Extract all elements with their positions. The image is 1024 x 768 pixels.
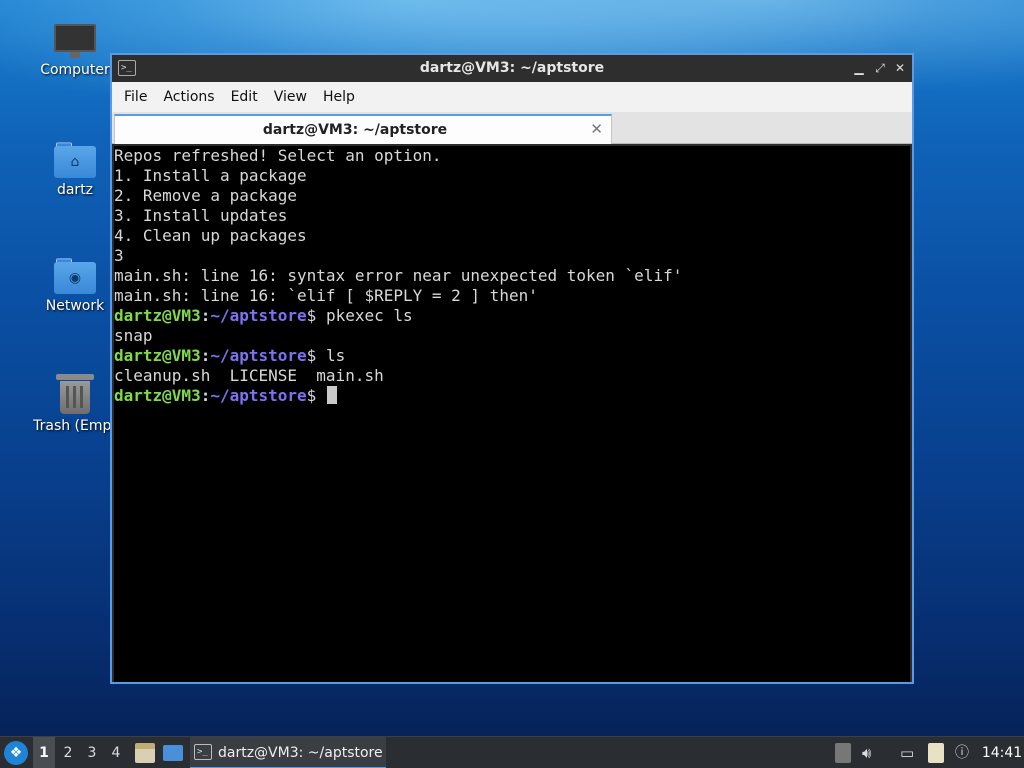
workspace-2-button[interactable]: 2 bbox=[57, 737, 79, 768]
menu-actions[interactable]: Actions bbox=[155, 82, 222, 112]
terminal-output[interactable]: Repos refreshed! Select an option. 1. In… bbox=[114, 146, 910, 682]
output-line: cleanup.sh LICENSE main.sh bbox=[114, 366, 384, 385]
prompt-path: ~/aptstore bbox=[210, 346, 307, 365]
output-line: snap bbox=[114, 326, 153, 345]
output-line: 2. Remove a package bbox=[114, 186, 298, 205]
output-line: main.sh: line 16: syntax error near unex… bbox=[114, 266, 683, 285]
taskbar-task-terminal[interactable]: >_ dartz@VM3: ~/aptstore bbox=[190, 737, 386, 768]
tab-title: dartz@VM3: ~/aptstore bbox=[262, 122, 448, 138]
output-line: 3. Install updates bbox=[114, 206, 288, 225]
command-text: pkexec ls bbox=[325, 306, 413, 325]
menu-edit[interactable]: Edit bbox=[223, 82, 266, 112]
keyboard-lock-icon[interactable] bbox=[835, 743, 851, 763]
clock[interactable]: 14:41 bbox=[980, 737, 1024, 768]
network-folder-icon: ◉ bbox=[54, 258, 96, 294]
taskbar: ❖ 1 2 3 4 >_ dartz@VM3: ~/aptstore 🔊︎ ▭ … bbox=[0, 736, 1024, 768]
close-button[interactable]: ✕ bbox=[891, 59, 909, 77]
prompt-line: dartz@VM3:~/aptstore$ pkexec ls bbox=[114, 306, 910, 326]
taskbar-task-label: dartz@VM3: ~/aptstore bbox=[218, 745, 383, 761]
home-folder-icon: ⌂ bbox=[54, 142, 96, 178]
menu-file[interactable]: File bbox=[116, 82, 155, 112]
prompt-path: ~/aptstore bbox=[210, 306, 307, 325]
menu-bar: File Actions Edit View Help bbox=[112, 82, 912, 112]
command-text: ls bbox=[325, 346, 346, 365]
prompt-user: dartz@VM3 bbox=[114, 346, 201, 365]
file-manager-icon[interactable] bbox=[135, 743, 155, 763]
tab-bar: dartz@VM3: ~/aptstore ✕ bbox=[112, 112, 912, 144]
prompt-symbol: $ bbox=[306, 386, 326, 405]
workspace-4-button[interactable]: 4 bbox=[105, 737, 127, 768]
menu-help[interactable]: Help bbox=[315, 82, 363, 112]
output-line: 4. Clean up packages bbox=[114, 226, 307, 245]
terminal-window[interactable]: >_ dartz@VM3: ~/aptstore ▁ ⤢ ✕ File Actio… bbox=[110, 53, 914, 684]
window-titlebar[interactable]: >_ dartz@VM3: ~/aptstore ▁ ⤢ ✕ bbox=[112, 55, 912, 82]
output-line: Repos refreshed! Select an option. bbox=[114, 146, 442, 165]
network-icon[interactable]: ▭ bbox=[900, 743, 920, 763]
update-notifier-icon[interactable]: ⓘ bbox=[955, 743, 971, 763]
tab-close-icon[interactable]: ✕ bbox=[590, 116, 603, 142]
show-desktop-icon[interactable] bbox=[163, 745, 183, 761]
computer-icon bbox=[54, 24, 96, 58]
workspace-3-button[interactable]: 3 bbox=[81, 737, 103, 768]
prompt-symbol: $ bbox=[306, 346, 326, 365]
prompt-symbol: $ bbox=[306, 306, 326, 325]
prompt-line: dartz@VM3:~/aptstore$ bbox=[114, 386, 910, 406]
prompt-path: ~/aptstore bbox=[210, 386, 307, 405]
start-menu-icon[interactable]: ❖ bbox=[4, 741, 28, 765]
prompt-line: dartz@VM3:~/aptstore$ ls bbox=[114, 346, 910, 366]
prompt-separator: : bbox=[200, 386, 211, 405]
maximize-button[interactable]: ⤢ bbox=[871, 59, 889, 77]
terminal-icon: >_ bbox=[194, 744, 212, 760]
tab-terminal[interactable]: dartz@VM3: ~/aptstore ✕ bbox=[114, 114, 612, 144]
prompt-separator: : bbox=[200, 346, 211, 365]
prompt-user: dartz@VM3 bbox=[114, 386, 201, 405]
trash-icon bbox=[56, 372, 94, 414]
minimize-button[interactable]: ▁ bbox=[850, 59, 868, 77]
menu-view[interactable]: View bbox=[266, 82, 315, 112]
volume-icon[interactable]: 🔊︎ bbox=[862, 743, 882, 763]
clipboard-icon[interactable] bbox=[928, 743, 944, 763]
output-line: 1. Install a package bbox=[114, 166, 307, 185]
workspace-1-button[interactable]: 1 bbox=[33, 737, 55, 768]
prompt-user: dartz@VM3 bbox=[114, 306, 201, 325]
output-line: 3 bbox=[114, 246, 124, 265]
prompt-separator: : bbox=[200, 306, 211, 325]
output-line: main.sh: line 16: `elif [ $REPLY = 2 ] t… bbox=[114, 286, 538, 305]
terminal-cursor[interactable] bbox=[326, 386, 337, 404]
window-title: dartz@VM3: ~/aptstore bbox=[419, 60, 605, 76]
